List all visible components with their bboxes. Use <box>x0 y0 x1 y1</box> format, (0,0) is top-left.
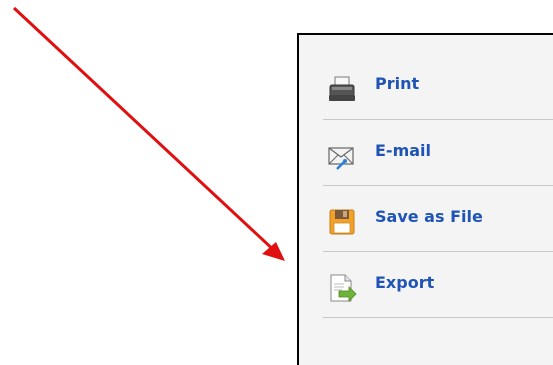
share-menu-panel: Print E-mail Save as File Export <box>297 33 553 365</box>
floppy-disk-icon <box>327 207 357 237</box>
email-link[interactable]: E-mail <box>375 141 431 160</box>
printer-icon <box>327 74 357 104</box>
export-link[interactable]: Export <box>375 273 434 292</box>
print-link[interactable]: Print <box>375 74 419 93</box>
menu-item-email[interactable]: E-mail <box>323 127 553 185</box>
email-icon <box>327 141 357 171</box>
menu-separator <box>323 317 553 318</box>
menu-separator <box>323 185 553 186</box>
menu-item-print[interactable]: Print <box>323 60 553 118</box>
menu-item-export[interactable]: Export <box>323 259 553 317</box>
menu-item-save-as-file[interactable]: Save as File <box>323 193 553 251</box>
menu-separator <box>323 251 553 252</box>
menu-separator <box>323 119 553 120</box>
export-icon <box>327 273 357 303</box>
save-as-file-link[interactable]: Save as File <box>375 207 483 226</box>
